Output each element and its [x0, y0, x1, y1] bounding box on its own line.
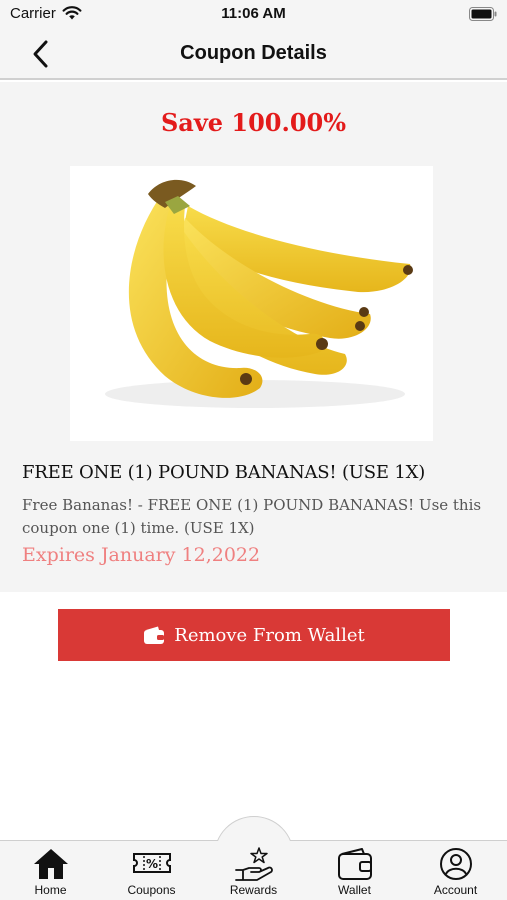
tab-wallet-label: Wallet [338, 883, 371, 897]
tab-home-label: Home [34, 883, 67, 897]
tab-coupons[interactable]: % Coupons [101, 840, 202, 900]
tab-account-label: Account [433, 883, 478, 897]
wallet-icon [337, 848, 372, 880]
coupon-description: Free Bananas! - FREE ONE (1) POUND BANAN… [22, 496, 482, 537]
page-title: Coupon Details [180, 42, 327, 64]
wallet-icon [144, 626, 165, 644]
status-bar: Carrier 11:06 AM [0, 0, 507, 30]
navigation-bar: Coupon Details [0, 30, 507, 80]
home-icon [33, 849, 68, 879]
tab-rewards[interactable]: Rewards [203, 840, 304, 900]
battery-icon [469, 7, 497, 21]
chevron-left-icon [33, 40, 48, 68]
tab-coupons-label: Coupons [127, 883, 176, 897]
coupon-title: FREE ONE (1) POUND BANANAS! (USE 1X) [22, 462, 426, 483]
coupon-icon: % [132, 853, 171, 873]
svg-text:%: % [145, 857, 157, 871]
tab-wallet[interactable]: Wallet [304, 840, 405, 900]
clock: 11:06 AM [221, 5, 286, 22]
remove-from-wallet-label: Remove From Wallet [174, 624, 365, 646]
coupon-expiry: Expires January 12,2022 [22, 544, 261, 566]
tab-account[interactable]: Account [405, 840, 506, 900]
product-image [70, 166, 433, 441]
back-button[interactable] [26, 36, 60, 72]
account-icon [439, 848, 472, 880]
remove-from-wallet-button[interactable]: Remove From Wallet [58, 609, 450, 661]
rewards-icon [234, 847, 273, 881]
coupon-card: Save 100.00% FREE ONE (1) POUND BANANAS!… [0, 82, 507, 592]
tab-home[interactable]: Home [0, 840, 101, 900]
save-percentage: Save 100.00% [160, 108, 347, 137]
tab-rewards-label: Rewards [229, 883, 278, 897]
bananas-photo [105, 179, 413, 408]
